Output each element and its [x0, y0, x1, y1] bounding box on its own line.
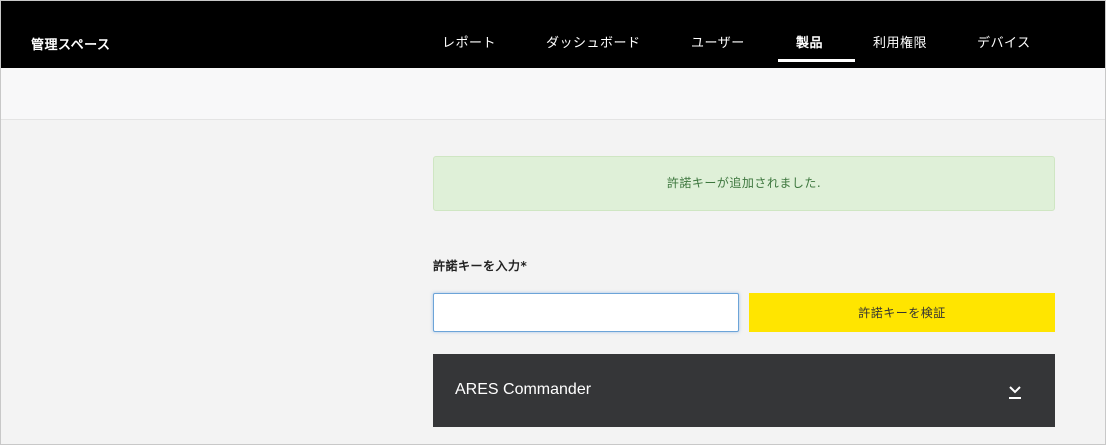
nav-reports[interactable]: レポート: [442, 32, 496, 51]
nav-dashboard[interactable]: ダッシュボード: [546, 32, 641, 51]
chevron-down-icon[interactable]: [1007, 382, 1023, 400]
active-tab-indicator: [778, 59, 855, 62]
brand-title[interactable]: 管理スペース: [31, 34, 110, 53]
success-alert: 許諾キーが追加されました.: [433, 156, 1055, 211]
top-navigation-bar: 管理スペース レポート ダッシュボード ユーザー 製品 利用権限 デバイス: [1, 1, 1105, 68]
verify-license-button[interactable]: 許諾キーを検証: [749, 293, 1055, 332]
nav-products[interactable]: 製品: [796, 32, 823, 51]
license-key-input[interactable]: [433, 293, 739, 332]
sub-header-bar: [1, 68, 1105, 120]
nav-entitlements[interactable]: 利用権限: [873, 32, 927, 51]
product-accordion-header[interactable]: ARES Commander: [433, 354, 1055, 427]
nav-users[interactable]: ユーザー: [691, 32, 745, 51]
license-key-label: 許諾キーを入力*: [433, 259, 528, 273]
nav-devices[interactable]: デバイス: [977, 32, 1031, 51]
product-name: ARES Commander: [455, 381, 592, 398]
